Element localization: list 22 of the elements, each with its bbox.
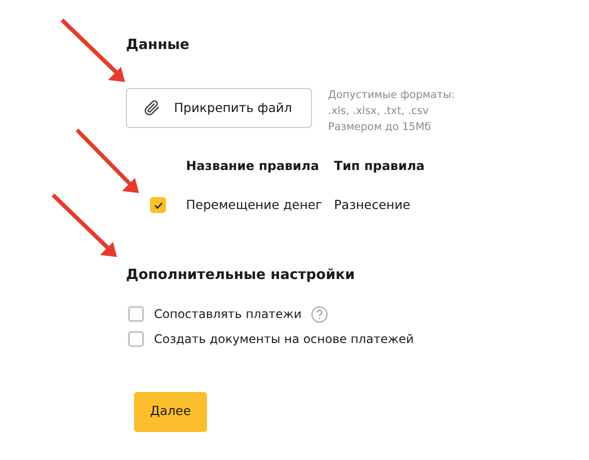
format-hint: Размером до 15Мб xyxy=(328,120,432,135)
section-title: Дополнительные настройки xyxy=(126,266,356,284)
help-icon[interactable] xyxy=(310,306,328,322)
checkbox[interactable] xyxy=(150,197,166,214)
column-header: Тип правила xyxy=(334,157,425,175)
attach-file-button[interactable]: Прикрепить файл xyxy=(126,88,312,128)
checkbox[interactable] xyxy=(128,306,144,322)
format-hint: .xls, .xlsx, .txt, .csv xyxy=(328,104,430,119)
paperclip-icon xyxy=(144,100,160,116)
checkbox[interactable] xyxy=(128,330,144,346)
check-icon xyxy=(154,202,162,209)
rule-type: Разнесение xyxy=(334,196,410,214)
option-label: Создать документы на основе платежей xyxy=(154,330,414,346)
annotation-arrow xyxy=(52,194,117,257)
section-title: Данные xyxy=(126,36,190,55)
column-header: Название правила xyxy=(186,157,320,175)
next-button[interactable]: Далее xyxy=(134,392,207,432)
format-hint: Допустимые форматы: xyxy=(328,88,455,103)
rule-name: Перемещение денег xyxy=(186,196,324,214)
annotation-arrow xyxy=(76,128,139,193)
option-label: Сопоставлять платежи xyxy=(154,306,302,322)
annotation-arrow xyxy=(60,18,125,82)
